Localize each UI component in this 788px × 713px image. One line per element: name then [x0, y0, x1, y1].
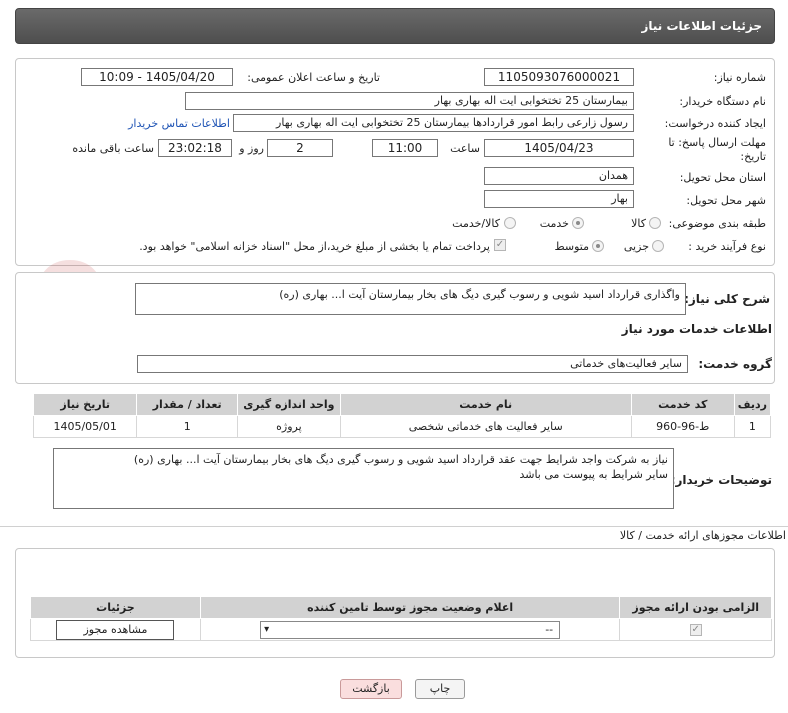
col-service-code: کد خدمت — [630, 393, 735, 416]
deadline-date-field[interactable]: 1405/04/23 — [484, 139, 634, 157]
city-field[interactable]: بهار — [484, 190, 634, 208]
purchase-type-label: نوع فرآیند خرید : — [688, 240, 766, 253]
chevron-down-icon: ▾ — [264, 623, 270, 635]
category-service-label: خدمت — [539, 217, 569, 230]
permits-divider — [0, 526, 788, 527]
buyer-notes-line-2: سایر شرایط به پیوست می باشد — [519, 468, 668, 481]
page-header: جزئیات اطلاعات نیاز — [15, 8, 775, 44]
service-group-field[interactable]: سایر فعالیت‌های خدماتی — [137, 355, 688, 373]
col-need-date: تاریخ نیاز — [32, 393, 138, 416]
need-number-field[interactable]: 1105093076000021 — [484, 68, 634, 86]
category-label: طبقه بندی موضوعی: — [668, 217, 766, 230]
services-table-header: ردیف کد خدمت نام خدمت واحد اندازه گیری ت… — [32, 393, 772, 416]
services-table: ردیف کد خدمت نام خدمت واحد اندازه گیری ت… — [32, 393, 772, 438]
province-field[interactable]: همدان — [484, 167, 634, 185]
announce-datetime-field[interactable]: 1405/04/20 - 10:09 — [81, 68, 233, 86]
creator-field[interactable]: رسول زارعی رابط امور قراردادها بیمارستان… — [233, 114, 634, 132]
permits-table: الزامی بودن ارائه مجوز اعلام وضعیت مجوز … — [30, 596, 772, 641]
category-service-radio[interactable] — [572, 217, 584, 229]
category-goods-service-label: کالا/خدمت — [452, 217, 500, 230]
permits-table-header: الزامی بودن ارائه مجوز اعلام وضعیت مجوز … — [30, 596, 772, 619]
category-goods-service-radio[interactable] — [504, 217, 516, 229]
col-row: ردیف — [733, 393, 772, 416]
page-title: جزئیات اطلاعات نیاز — [641, 19, 762, 33]
buyer-org-label: نام دستگاه خریدار: — [679, 95, 766, 108]
treasury-payment-checkbox[interactable]: ✓ — [494, 239, 506, 251]
creator-label: ایجاد کننده درخواست: — [664, 117, 766, 130]
view-permit-button[interactable]: مشاهده مجوز — [56, 619, 175, 640]
cell-permit-required: ✓ — [619, 618, 772, 641]
permits-section-title: اطلاعات مجوزهای ارائه خدمت / کالا — [619, 529, 786, 542]
city-label: شهر محل تحویل: — [686, 194, 766, 207]
description-field[interactable]: واگذاری قرارداد اسید شویی و رسوب گیری دی… — [135, 283, 686, 315]
cell-need-date: 1405/05/01 — [32, 415, 138, 438]
cell-service-name: سایر فعالیت های خدماتی شخصی — [339, 415, 632, 438]
back-button[interactable]: بازگشت — [340, 679, 402, 699]
remaining-days-label: روز و — [239, 142, 264, 155]
announce-datetime-label: تاریخ و ساعت اعلان عمومی: — [247, 71, 380, 84]
buyer-contact-link[interactable]: اطلاعات تماس خریدار — [112, 117, 230, 130]
purchase-minor-label: جزیی — [623, 240, 649, 253]
deadline-time-label: ساعت — [450, 142, 480, 155]
purchase-minor-radio[interactable] — [652, 240, 664, 252]
permit-required-checkbox[interactable]: ✓ — [689, 624, 702, 636]
permit-status-selected: -- — [545, 622, 554, 636]
buyer-notes-label: توضیحات خریدار: — [670, 473, 772, 487]
col-quantity: تعداد / مقدار — [136, 393, 239, 416]
remaining-days-field[interactable]: 2 — [267, 139, 333, 157]
buyer-notes-line-1: نیاز به شرکت واجد شرایط جهت عقد قرارداد … — [133, 453, 668, 466]
treasury-payment-note: پرداخت تمام یا بخشی از مبلغ خرید،از محل … — [139, 240, 490, 253]
cell-permit-details: مشاهده مجوز — [30, 618, 201, 641]
table-row: ✓ -- ▾ مشاهده مجوز — [30, 618, 772, 641]
cell-permit-status: -- ▾ — [199, 618, 621, 641]
category-goods-label: کالا — [631, 217, 646, 230]
province-label: استان محل تحویل: — [679, 171, 766, 184]
cell-unit: پروژه — [237, 415, 341, 438]
buyer-notes-field[interactable]: نیاز به شرکت واجد شرایط جهت عقد قرارداد … — [53, 448, 674, 509]
cell-quantity: 1 — [136, 415, 239, 438]
deadline-label: مهلت ارسال پاسخ: تا تاریخ: — [668, 136, 766, 163]
permit-status-select[interactable]: -- ▾ — [260, 620, 561, 639]
category-goods-radio[interactable] — [649, 217, 661, 229]
deadline-time-field[interactable]: 11:00 — [372, 139, 438, 157]
table-row: 1 ط-96-960 سایر فعالیت های خدماتی شخصی پ… — [32, 415, 772, 438]
services-section-title: اطلاعات خدمات مورد نیاز — [621, 322, 772, 336]
col-unit: واحد اندازه گیری — [237, 393, 341, 416]
purchase-medium-label: متوسط — [554, 240, 589, 253]
col-permit-details: جزئیات — [30, 596, 201, 619]
purchase-medium-radio[interactable] — [592, 240, 604, 252]
buyer-org-field[interactable]: بیمارستان 25 تختخوابی ایت اله بهاری بهار — [185, 92, 634, 110]
print-button[interactable]: چاپ — [415, 679, 465, 699]
cell-service-code: ط-96-960 — [630, 415, 735, 438]
service-group-label: گروه خدمت: — [698, 357, 772, 371]
col-permit-required: الزامی بودن ارائه مجوز — [619, 596, 772, 619]
remaining-time-label: ساعت باقی مانده — [72, 142, 154, 155]
need-number-label: شماره نیاز: — [713, 71, 766, 84]
col-permit-status: اعلام وضعیت مجوز توسط تامین کننده — [199, 596, 621, 619]
cell-row: 1 — [733, 415, 772, 438]
description-label: شرح کلی نیاز: — [684, 292, 770, 306]
col-service-name: نام خدمت — [339, 393, 632, 416]
remaining-time-field[interactable]: 23:02:18 — [158, 139, 232, 157]
